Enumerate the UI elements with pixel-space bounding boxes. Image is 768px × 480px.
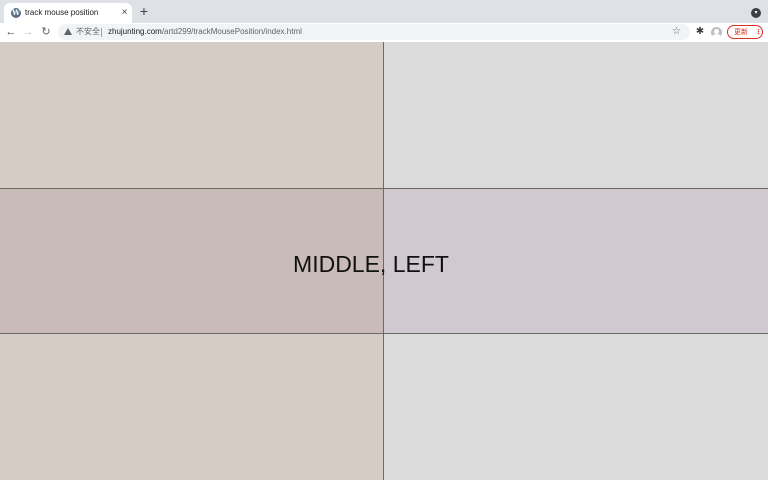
page-content[interactable]: MIDDLE, LEFT xyxy=(0,42,768,480)
warning-icon[interactable] xyxy=(64,28,72,35)
grid-cell-bottom-left[interactable] xyxy=(0,334,384,480)
horizontal-divider-bottom xyxy=(0,333,768,334)
bookmark-star-icon[interactable]: ☆ xyxy=(672,25,681,39)
grid-cell-top-right[interactable] xyxy=(384,42,768,188)
profile-avatar[interactable] xyxy=(711,27,722,38)
grid-cell-top-left[interactable] xyxy=(0,42,384,188)
url-text[interactable]: zhujunting.com/artd299/trackMousePositio… xyxy=(108,26,302,38)
security-label[interactable]: 不安全 xyxy=(76,26,100,38)
browser-toolbar: ← → ↻ 不安全 zhujunting.com/artd299/trackMo… xyxy=(0,23,768,43)
tab-close-icon[interactable]: × xyxy=(119,6,130,19)
back-button[interactable]: ← xyxy=(4,25,18,39)
forward-button[interactable]: → xyxy=(21,25,35,39)
new-tab-button[interactable]: + xyxy=(137,4,151,18)
address-divider xyxy=(101,28,102,37)
tab-title: track mouse position xyxy=(25,8,99,17)
tab-search-icon[interactable]: ▾ xyxy=(751,8,761,18)
update-button[interactable]: 更新 ⋮ xyxy=(727,25,763,39)
horizontal-divider-top xyxy=(0,188,768,189)
reload-button[interactable]: ↻ xyxy=(39,25,53,39)
address-bar[interactable]: 不安全 zhujunting.com/artd299/trackMousePos… xyxy=(58,24,690,40)
update-label: 更新 xyxy=(734,28,748,36)
grid-cell-bottom-right[interactable] xyxy=(384,334,768,480)
tab-track-mouse-position[interactable]: W track mouse position × xyxy=(4,3,132,23)
url-host: zhujunting.com xyxy=(108,27,162,36)
browser-window: W track mouse position × + ▾ ← → ↻ 不安全 z… xyxy=(0,0,768,480)
menu-dots-icon: ⋮ xyxy=(755,28,762,36)
mouse-position-label: MIDDLE, LEFT xyxy=(293,251,449,277)
url-path: /artd299/trackMousePosition/index.html xyxy=(161,27,302,36)
wordpress-icon: W xyxy=(11,8,21,18)
tab-strip: W track mouse position × + ▾ xyxy=(0,0,768,23)
extensions-puzzle-icon[interactable]: ✱ xyxy=(695,25,705,39)
